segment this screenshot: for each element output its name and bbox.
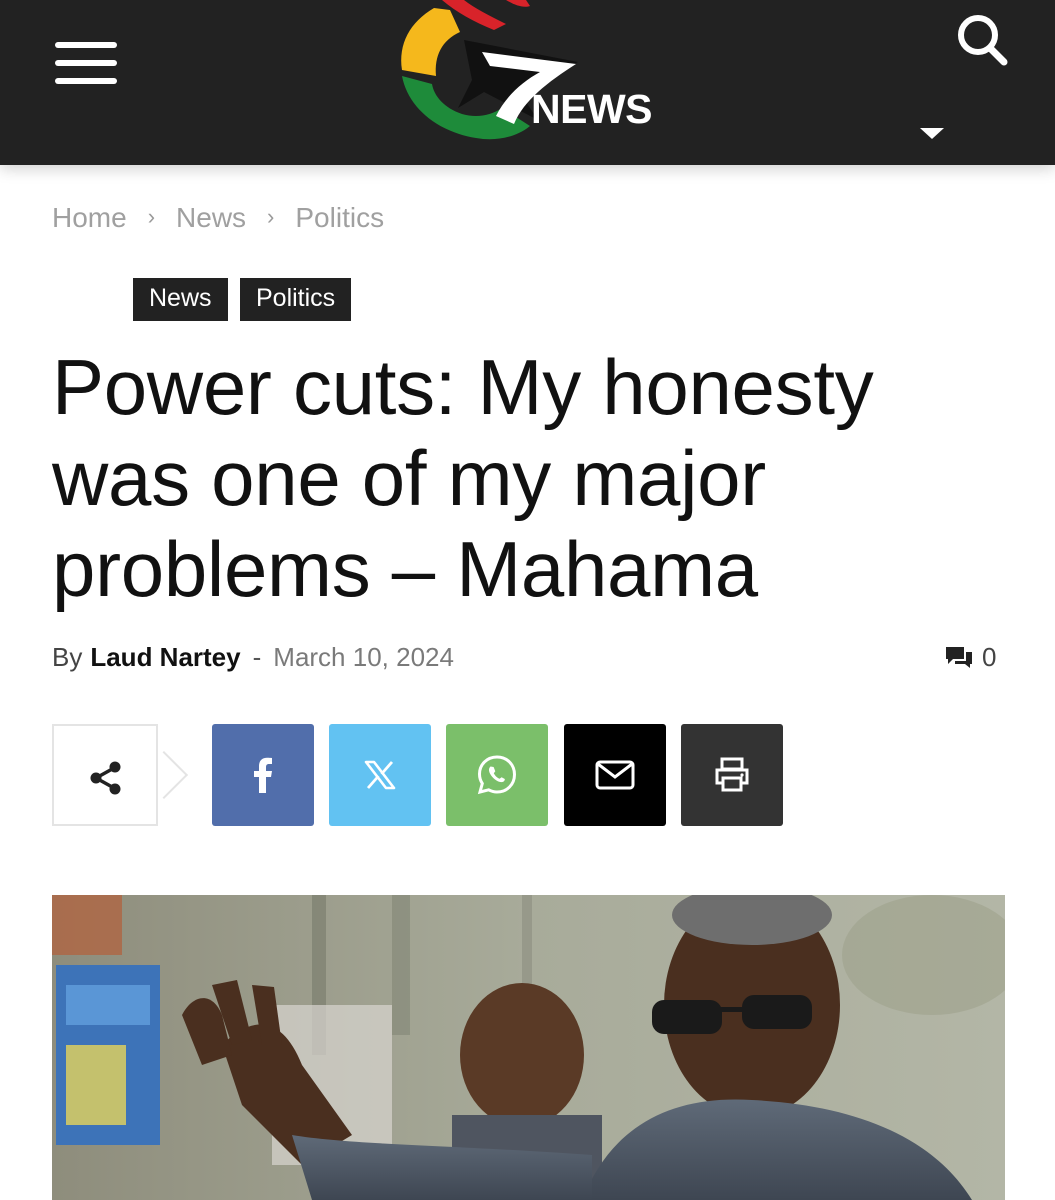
- by-label: By: [52, 642, 83, 672]
- whatsapp-icon: [477, 755, 517, 795]
- x-icon: [364, 760, 396, 790]
- breadcrumb-politics[interactable]: Politics: [295, 202, 384, 233]
- share-email-button[interactable]: [564, 724, 666, 826]
- print-button[interactable]: [681, 724, 783, 826]
- comments-link[interactable]: 0: [944, 642, 996, 673]
- breadcrumb-separator: ›: [267, 204, 275, 229]
- article-title-line: problems – Mahama: [52, 525, 758, 613]
- featured-image: [52, 895, 1005, 1200]
- share-x-button[interactable]: [329, 724, 431, 826]
- site-header: NEWS: [0, 0, 1055, 165]
- breadcrumb-home[interactable]: Home: [52, 202, 127, 233]
- comment-count: 0: [982, 642, 997, 672]
- share-button[interactable]: [52, 724, 158, 826]
- category-tag-politics[interactable]: Politics: [240, 278, 352, 321]
- article-title: Power cuts: My honesty was one of my maj…: [52, 342, 1012, 615]
- breadcrumb: Home › News › Politics: [52, 202, 384, 234]
- category-tag-news[interactable]: News: [133, 278, 228, 321]
- logo-wordmark: NEWS: [531, 86, 653, 132]
- meta-dash: -: [252, 642, 262, 672]
- chevron-down-icon[interactable]: [918, 124, 946, 142]
- envelope-icon: [595, 760, 635, 790]
- search-icon[interactable]: [954, 12, 1010, 68]
- share-icon: [90, 761, 121, 795]
- site-logo[interactable]: NEWS: [398, 0, 660, 152]
- article-meta: By Laud Nartey - March 10, 2024: [52, 642, 454, 673]
- publish-date: March 10, 2024: [273, 642, 454, 672]
- article-title-line: Power cuts: My honesty: [52, 343, 874, 431]
- hamburger-menu-icon[interactable]: [55, 40, 117, 86]
- breadcrumb-separator: ›: [147, 204, 156, 229]
- breadcrumb-news[interactable]: News: [176, 202, 246, 233]
- share-whatsapp-button[interactable]: [446, 724, 548, 826]
- article-title-line: was one of my major: [52, 434, 766, 522]
- author-link[interactable]: Laud Nartey: [90, 642, 240, 672]
- printer-icon: [715, 757, 749, 792]
- comments-icon: [946, 647, 972, 669]
- share-facebook-button[interactable]: [212, 724, 314, 826]
- facebook-icon: [254, 757, 272, 793]
